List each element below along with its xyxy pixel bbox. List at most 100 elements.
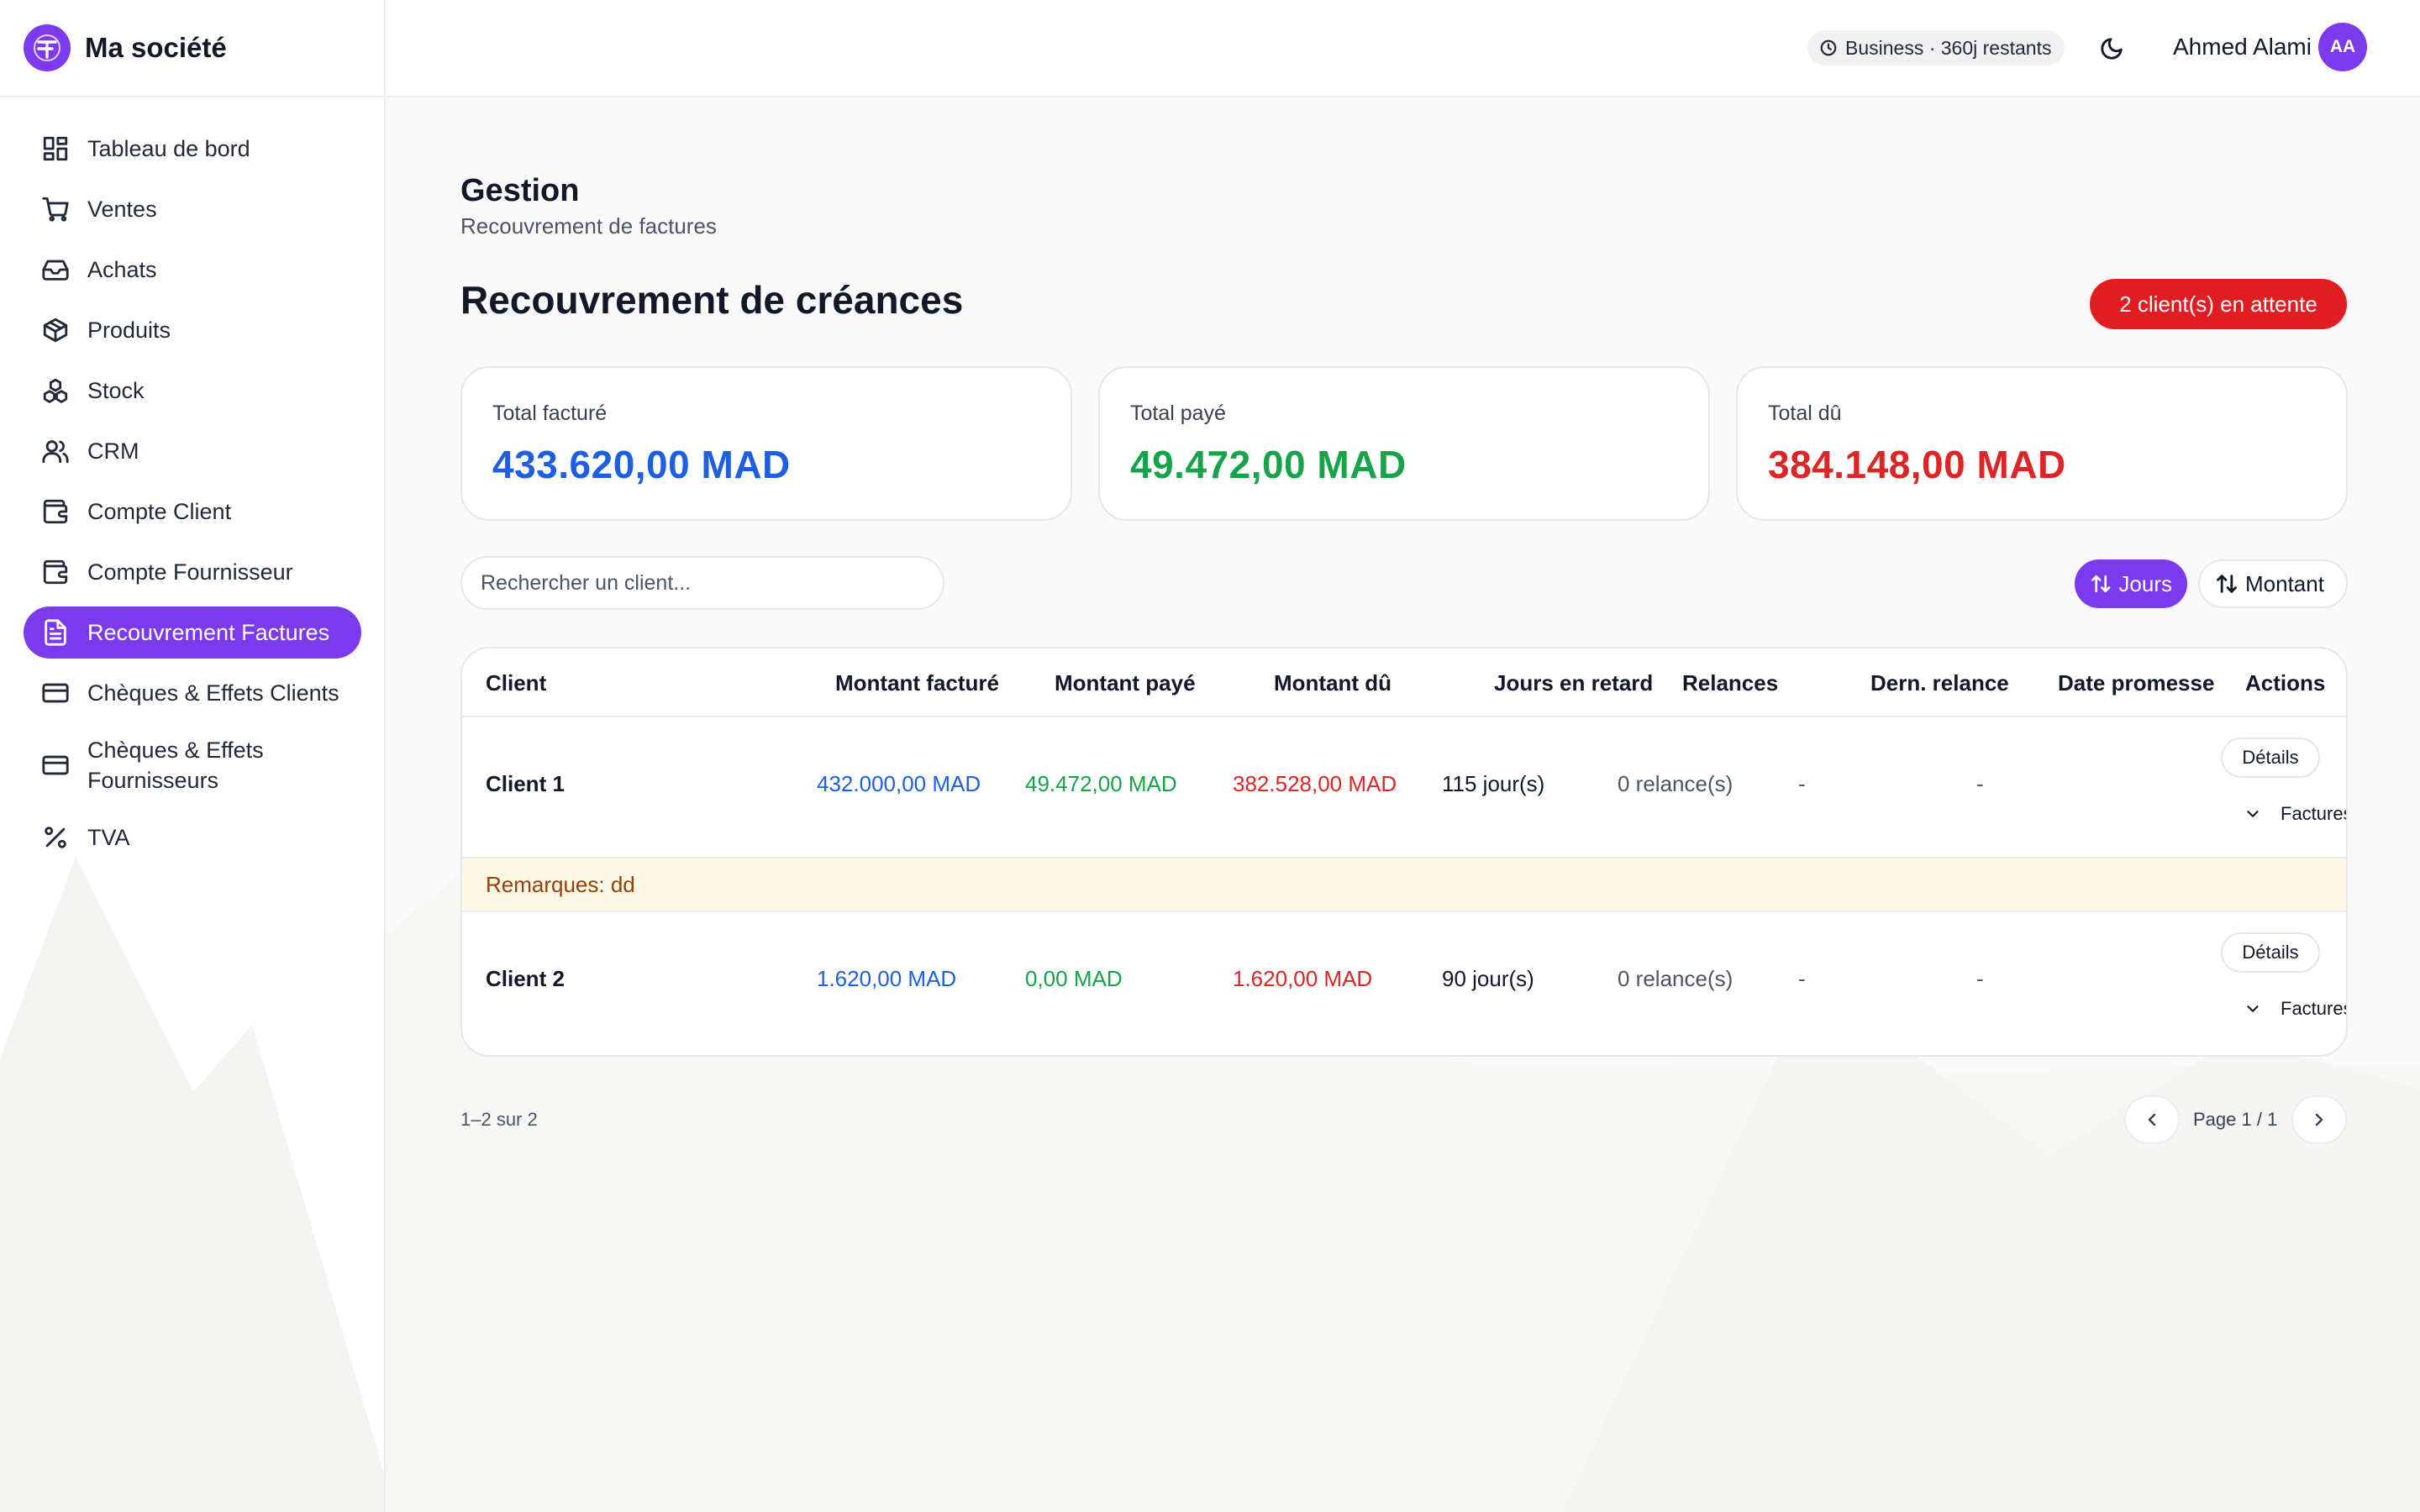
kpi-label: Total payé: [1130, 402, 1226, 425]
sort-arrows-icon: [2217, 575, 2237, 593]
sidebar-item-stock[interactable]: Stock: [24, 365, 361, 417]
sidebar-item-label: TVA: [87, 825, 130, 850]
sidebar-item-label: Ventes: [87, 197, 157, 222]
pending-clients-badge[interactable]: 2 client(s) en attente: [2090, 279, 2347, 329]
wallet-icon: [40, 496, 71, 527]
table-header: Client Montant facturé Montant payé Mont…: [462, 648, 2346, 717]
sidebar-item-label: Recouvrement Factures: [87, 620, 330, 645]
wallet-icon: [40, 557, 71, 587]
sidebar-item-label: Produits: [87, 318, 171, 343]
sidebar-item-label: Compte Client: [87, 499, 232, 524]
sidebar-item-label: Tableau de bord: [87, 136, 250, 161]
search-client-input[interactable]: [460, 556, 944, 610]
sidebar-item-label: Chèques & Effets Clients: [87, 680, 339, 706]
top-bar: Business · 360j restants Ahmed Alami AA: [386, 0, 2420, 97]
moon-icon: [2101, 38, 2123, 60]
montant-du: 1.620,00 MAD: [1233, 966, 1373, 991]
kpi-value: 384.148,00 MAD: [1768, 443, 2066, 486]
remark-text: Remarques: dd: [486, 872, 635, 897]
column-header-montant-du[interactable]: Montant dû: [1274, 670, 1392, 696]
montant-du: 382.528,00 MAD: [1233, 771, 1397, 796]
previous-page-button[interactable]: [2124, 1095, 2180, 1144]
pagination-range: 1–2 sur 2: [460, 1109, 538, 1130]
sidebar-item-cheques-effets-fournisseurs[interactable]: Chèques & Effets Fournisseurs: [24, 727, 361, 803]
brand-logo-icon: [24, 24, 71, 71]
column-header-actions: Actions: [2245, 670, 2326, 696]
clock-icon: [1820, 39, 1837, 56]
brand[interactable]: Ma société: [0, 0, 384, 97]
sidebar-background-shape: [0, 857, 384, 1512]
sidebar-item-tableau-de-bord[interactable]: Tableau de bord: [24, 123, 361, 175]
kpi-label: Total dû: [1768, 402, 1842, 425]
sort-by-montant-button[interactable]: Montant: [2198, 559, 2348, 608]
chevron-left-icon: [2148, 1113, 2156, 1126]
sort-montant-label: Montant: [2245, 570, 2324, 596]
factures-toggle[interactable]: Factures (2): [2244, 803, 2348, 825]
sidebar-item-cheques-effets-clients[interactable]: Chèques & Effets Clients: [24, 667, 361, 719]
column-header-jours-en-retard[interactable]: Jours en retard: [1494, 670, 1653, 696]
sidebar-item-tva[interactable]: TVA: [24, 811, 361, 864]
kpi-value: 433.620,00 MAD: [492, 443, 791, 486]
sidebar-item-label: Compte Fournisseur: [87, 559, 293, 585]
sidebar-item-compte-fournisseur[interactable]: Compte Fournisseur: [24, 546, 361, 598]
sort-by-jours-button[interactable]: Jours: [2075, 559, 2187, 608]
sidebar-item-label: Stock: [87, 378, 145, 403]
dern-relance: -: [1798, 966, 1806, 991]
sidebar-item-crm[interactable]: CRM: [24, 425, 361, 477]
sort-arrows-icon: [2091, 575, 2111, 593]
theme-toggle-button[interactable]: [2093, 30, 2130, 67]
percent-icon: [40, 822, 71, 853]
brand-name: Ma société: [85, 32, 227, 63]
column-header-montant-paye[interactable]: Montant payé: [1055, 670, 1196, 696]
sidebar-item-produits[interactable]: Produits: [24, 304, 361, 356]
plan-badge-label: Business · 360j restants: [1845, 36, 2052, 59]
next-page-button[interactable]: [2291, 1095, 2347, 1144]
column-header-montant-facture[interactable]: Montant facturé: [835, 670, 999, 696]
chevron-right-icon: [2315, 1113, 2323, 1126]
kpi-card-total-paye: Total payé 49.472,00 MAD: [1098, 366, 1710, 521]
client-name: Client 2: [486, 966, 565, 991]
sidebar-item-label: Achats: [87, 257, 157, 282]
montant-paye: 49.472,00 MAD: [1025, 771, 1177, 796]
details-button[interactable]: Détails: [2221, 932, 2320, 973]
sidebar-item-ventes[interactable]: Ventes: [24, 183, 361, 235]
relances-count: 0 relance(s): [1618, 771, 1733, 796]
sidebar-item-recouvrement-factures[interactable]: Recouvrement Factures: [24, 606, 361, 659]
jours-en-retard: 115 jour(s): [1442, 771, 1545, 796]
main-content: Gestion Recouvrement de factures Recouvr…: [386, 97, 2420, 1512]
relances-count: 0 relance(s): [1618, 966, 1733, 991]
kpi-card-total-facture: Total facturé 433.620,00 MAD: [460, 366, 1072, 521]
details-button[interactable]: Détails: [2221, 738, 2320, 778]
kpi-card-total-du: Total dû 384.148,00 MAD: [1736, 366, 2348, 521]
column-header-relances[interactable]: Relances: [1682, 670, 1778, 696]
factures-toggle-label: Factures (2): [2281, 803, 2348, 824]
page-indicator: Page 1 / 1: [2193, 1109, 2278, 1130]
jours-en-retard: 90 jour(s): [1442, 966, 1534, 991]
credit-card-icon: [40, 750, 71, 780]
users-icon: [40, 436, 71, 466]
sidebar-item-achats[interactable]: Achats: [24, 244, 361, 296]
factures-toggle[interactable]: Factures (3): [2244, 998, 2348, 1020]
boxes-icon: [40, 375, 71, 406]
chevron-down-icon: [2247, 1005, 2259, 1012]
page-title: Recouvrement de créances: [460, 278, 964, 322]
breadcrumb-title: Gestion: [460, 173, 580, 208]
sidebar-nav: Tableau de bord Ventes Achats Produits S…: [24, 123, 361, 872]
cart-icon: [40, 194, 71, 224]
client-remark: Remarques: dd: [462, 857, 2346, 912]
factures-toggle-label: Factures (3): [2281, 998, 2348, 1019]
table-row[interactable]: Client 2 1.620,00 MAD 0,00 MAD 1.620,00 …: [462, 912, 2348, 1055]
column-header-client[interactable]: Client: [486, 670, 546, 696]
date-promesse: -: [1976, 966, 1984, 991]
column-header-dern-relance[interactable]: Dern. relance: [1870, 670, 2009, 696]
montant-facture: 1.620,00 MAD: [817, 966, 957, 991]
dern-relance: -: [1798, 771, 1806, 796]
chevron-down-icon: [2247, 811, 2259, 817]
plan-badge[interactable]: Business · 360j restants: [1807, 30, 2065, 66]
table-row[interactable]: Client 1 432.000,00 MAD 49.472,00 MAD 38…: [462, 717, 2348, 857]
column-header-date-promesse[interactable]: Date promesse: [2058, 670, 2214, 696]
sidebar-item-compte-client[interactable]: Compte Client: [24, 486, 361, 538]
dashboard-icon: [40, 134, 71, 164]
avatar[interactable]: AA: [2318, 23, 2367, 71]
user-name[interactable]: Ahmed Alami: [2173, 32, 2312, 62]
